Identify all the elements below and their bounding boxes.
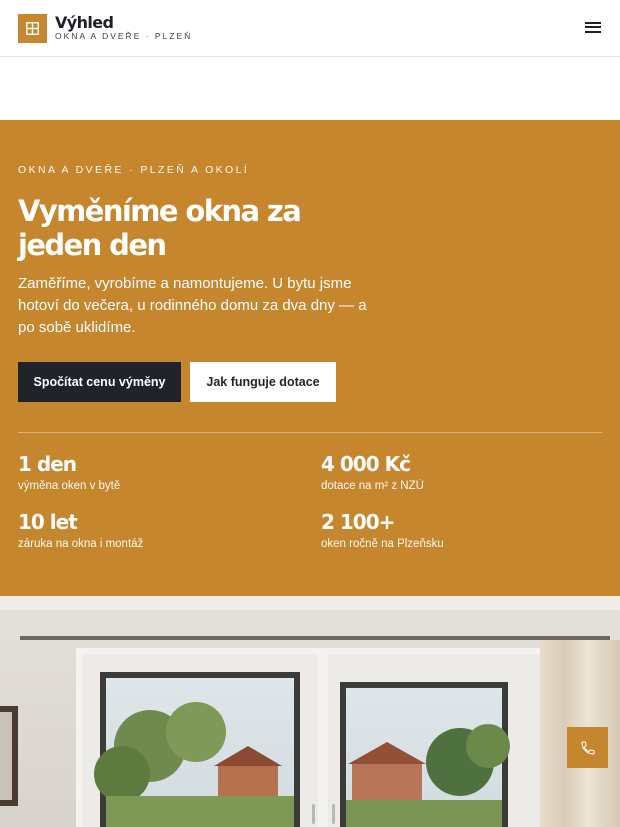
call-button[interactable] bbox=[567, 727, 608, 768]
brand-tagline: OKNA A DVEŘE · PLZEŇ bbox=[55, 31, 193, 41]
hero-section: OKNA A DVEŘE · PLZEŇ A OKOLÍ Vyměníme ok… bbox=[0, 120, 620, 596]
logo-icon[interactable] bbox=[18, 14, 47, 43]
calculate-price-button[interactable]: Spočítat cenu výměny bbox=[18, 362, 181, 402]
stat-value: 1 den bbox=[18, 452, 77, 476]
stat-item: 1 den výměna oken v bytě bbox=[18, 452, 120, 492]
window-photo bbox=[0, 596, 620, 827]
hero-lede: Zaměříme, vyrobíme a namontujeme. U bytu… bbox=[18, 275, 367, 336]
stat-label: dotace na m² z NZÚ bbox=[321, 480, 424, 492]
stat-label: výměna oken v bytě bbox=[18, 480, 121, 492]
stat-item: 2 100+ oken ročně na Plzeňsku bbox=[321, 510, 444, 550]
hero-eyebrow: OKNA A DVEŘE · PLZEŇ A OKOLÍ bbox=[18, 164, 250, 176]
stats-divider bbox=[18, 432, 602, 433]
phone-icon bbox=[580, 740, 595, 755]
stat-item: 4 000 Kč dotace na m² z NZÚ bbox=[321, 452, 424, 492]
stat-item: 10 let záruka na okna i montáž bbox=[18, 510, 143, 550]
brand-name[interactable]: Výhled bbox=[55, 13, 114, 32]
window-photo-illustration bbox=[0, 596, 620, 827]
window-grid-icon bbox=[26, 22, 39, 35]
hamburger-menu-icon[interactable] bbox=[584, 19, 602, 36]
site-header: Výhled OKNA A DVEŘE · PLZEŇ bbox=[0, 0, 620, 57]
stat-value: 10 let bbox=[18, 510, 78, 534]
stat-value: 4 000 Kč bbox=[321, 452, 411, 476]
stat-value: 2 100+ bbox=[321, 510, 395, 534]
hero-title: Vyměníme okna za jeden den bbox=[18, 194, 302, 262]
stat-label: záruka na okna i montáž bbox=[18, 538, 144, 550]
subsidy-info-button[interactable]: Jak funguje dotace bbox=[190, 362, 336, 402]
stat-label: oken ročně na Plzeňsku bbox=[321, 538, 444, 550]
